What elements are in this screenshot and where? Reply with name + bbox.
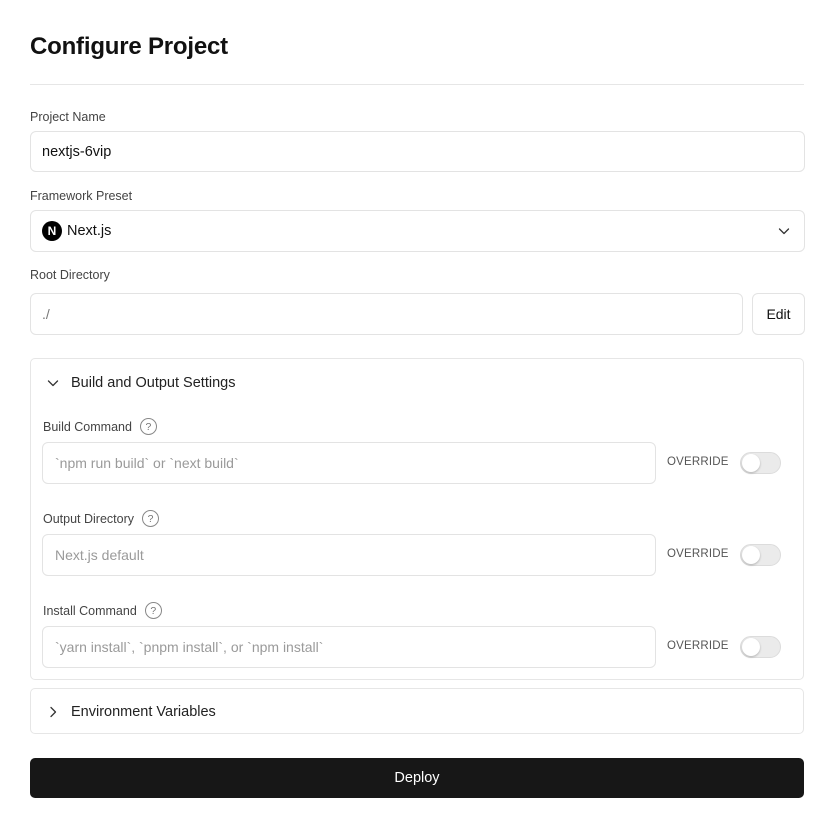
environment-variables-panel: Environment Variables: [30, 688, 804, 734]
framework-preset-label: Framework Preset: [30, 189, 133, 203]
output-directory-override-toggle[interactable]: [740, 544, 781, 566]
toggle-knob: [742, 638, 760, 656]
project-name-label: Project Name: [30, 110, 106, 124]
install-command-label: Install Command ?: [43, 602, 162, 619]
framework-preset-select[interactable]: N Next.js: [30, 210, 805, 252]
install-command-label-text: Install Command: [43, 603, 137, 618]
build-command-label: Build Command ?: [43, 418, 157, 435]
chevron-right-icon: [50, 706, 57, 718]
install-command-input[interactable]: `yarn install`, `pnpm install`, or `npm …: [42, 626, 656, 668]
build-output-settings-toggle[interactable]: Build and Output Settings: [47, 373, 235, 393]
build-command-override-label: OVERRIDE: [667, 456, 729, 468]
install-command-override-toggle[interactable]: [740, 636, 781, 658]
output-directory-input[interactable]: Next.js default: [42, 534, 656, 576]
build-output-settings-panel: Build and Output Settings Build Command …: [30, 358, 804, 680]
build-output-settings-title: Build and Output Settings: [71, 375, 236, 391]
root-directory-label: Root Directory: [30, 268, 110, 282]
toggle-knob: [742, 546, 760, 564]
help-icon[interactable]: ?: [139, 418, 157, 435]
install-command-override-label: OVERRIDE: [667, 640, 729, 652]
toggle-knob: [742, 454, 760, 472]
edit-root-directory-button[interactable]: Edit: [752, 293, 805, 335]
environment-variables-title: Environment Variables: [71, 704, 216, 720]
chevron-down-icon: [47, 380, 59, 387]
page-title: Configure Project: [30, 33, 228, 60]
output-directory-label-text: Output Directory: [43, 511, 135, 526]
build-command-input[interactable]: `npm run build` or `next build`: [42, 442, 656, 484]
deploy-button[interactable]: Deploy: [30, 758, 804, 798]
chevron-down-icon[interactable]: [778, 225, 790, 237]
build-command-label-text: Build Command: [43, 419, 132, 434]
nextjs-logo-icon: N: [42, 221, 62, 241]
framework-preset-value: Next.js: [67, 223, 112, 239]
output-directory-label: Output Directory ?: [43, 510, 160, 527]
help-icon[interactable]: ?: [144, 602, 162, 619]
help-icon[interactable]: ?: [142, 510, 160, 527]
divider: [30, 84, 804, 85]
build-command-override-toggle[interactable]: [740, 452, 781, 474]
environment-variables-toggle[interactable]: Environment Variables: [47, 702, 216, 722]
output-directory-override-label: OVERRIDE: [667, 548, 729, 560]
root-directory-input[interactable]: ./: [30, 293, 743, 335]
project-name-input[interactable]: nextjs-6vip: [30, 131, 805, 172]
